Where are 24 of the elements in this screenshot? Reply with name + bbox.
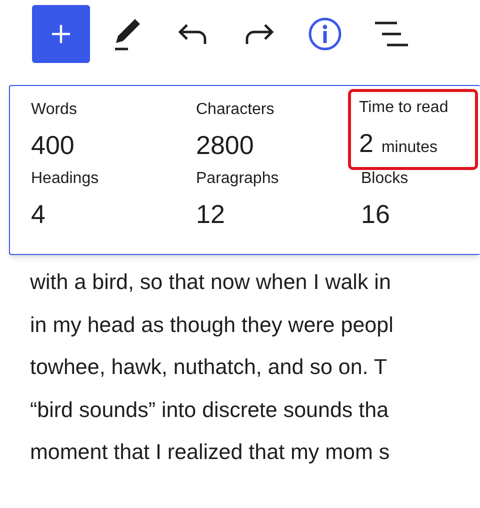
pencil-icon [113,17,141,51]
stat-unit: minutes [381,138,438,158]
stat-label: Time to read [359,98,448,118]
stat-label: Headings [31,169,99,189]
redo-icon [244,23,274,45]
stat-value: 16 [361,198,390,230]
stat-value: 4 [31,198,46,230]
undo-icon [178,23,208,45]
stat-label: Paragraphs [196,169,279,189]
stat-value: 2800 [196,129,254,161]
paragraph-line: moment that I realized that my mom s [30,439,390,466]
add-icon[interactable] [32,5,90,63]
stat-value: 12 [196,198,225,230]
stat-label: Characters [196,100,274,120]
stat-label: Blocks [361,169,408,189]
stat-value: 2 [359,127,374,159]
paragraph-line: with a bird, so that now when I walk in [30,269,391,296]
paragraph-line: towhee, hawk, nuthatch, and so on. T [30,354,387,381]
list-view-icon [374,21,408,47]
paragraph-line: in my head as though they were peopl [30,312,394,338]
stat-value: 400 [31,129,74,161]
paragraph-line: “bird sounds” into discrete sounds tha [30,396,389,424]
stat-label: Words [31,100,77,120]
info-icon [308,17,342,51]
